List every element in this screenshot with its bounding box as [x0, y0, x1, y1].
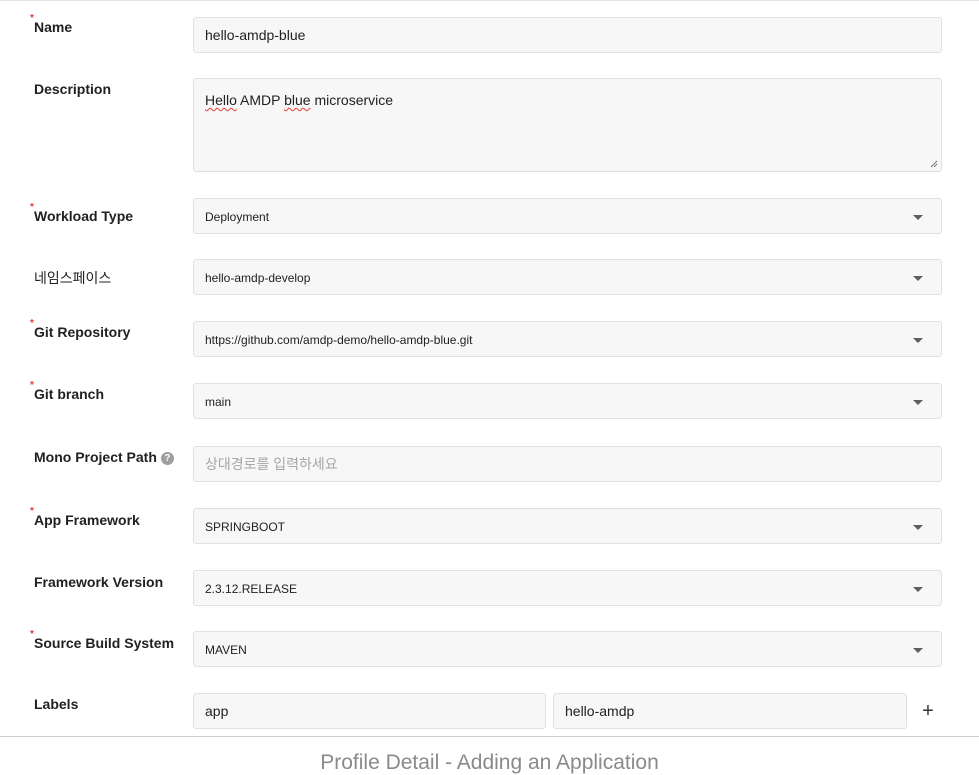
namespace-label: 네임스페이스: [34, 270, 112, 286]
source-build-system-label: * Source Build System: [30, 629, 175, 652]
label-key-input[interactable]: [194, 694, 545, 728]
framework-version-label: Framework Version: [34, 574, 164, 590]
figure-caption: Profile Detail - Adding an Application: [320, 751, 659, 774]
source-build-system-select[interactable]: MAVEN: [193, 631, 942, 667]
framework-version-select[interactable]: 2.3.12.RELEASE: [193, 570, 942, 606]
git-branch-select[interactable]: main: [193, 383, 942, 419]
mono-project-path-input[interactable]: [194, 447, 941, 481]
required-marker: *: [30, 202, 34, 213]
help-icon[interactable]: ?: [160, 452, 174, 465]
chevron-down-icon: [913, 400, 923, 405]
label-value-field-container: [553, 693, 907, 729]
git-repository-select[interactable]: https://github.com/amdp-demo/hello-amdp-…: [193, 321, 942, 357]
description-label: Description: [34, 81, 112, 97]
chevron-down-icon: [913, 648, 923, 653]
name-label: * Name: [30, 13, 73, 36]
description-field-container[interactable]: Hello AMDP blue microservice: [193, 78, 942, 172]
app-framework-select[interactable]: SPRINGBOOT: [193, 508, 942, 544]
required-marker: *: [30, 629, 34, 640]
labels-label: Labels: [34, 696, 79, 712]
chevron-down-icon: [913, 525, 923, 530]
git-repository-value: https://github.com/amdp-demo/hello-amdp-…: [205, 333, 473, 347]
chevron-down-icon: [913, 587, 923, 592]
mono-project-path-field-container: [193, 446, 942, 482]
label-value-input[interactable]: [554, 694, 906, 728]
chevron-down-icon: [913, 338, 923, 343]
required-marker: *: [30, 380, 34, 391]
name-field-container: [193, 17, 942, 53]
git-branch-value: main: [205, 395, 232, 409]
required-marker: *: [30, 13, 34, 24]
git-branch-label: * Git branch: [30, 380, 105, 403]
chevron-down-icon: [913, 276, 923, 281]
add-label-button[interactable]: +: [918, 701, 938, 721]
required-marker: *: [30, 506, 34, 517]
name-input[interactable]: [194, 18, 941, 52]
application-form: * Name Description Hello AMDP blue micro…: [0, 0, 979, 737]
workload-type-value: Deployment: [205, 210, 270, 224]
label-key-field-container: [193, 693, 546, 729]
app-framework-label: * App Framework: [30, 506, 140, 529]
app-framework-value: SPRINGBOOT: [205, 520, 286, 534]
required-marker: *: [30, 318, 34, 329]
resize-handle-icon[interactable]: [930, 160, 938, 168]
framework-version-value: 2.3.12.RELEASE: [205, 582, 298, 596]
git-repository-label: * Git Repository: [30, 318, 131, 341]
mono-project-path-label: Mono Project Path?: [34, 448, 174, 466]
source-build-system-value: MAVEN: [205, 643, 247, 657]
namespace-value: hello-amdp-develop: [205, 271, 311, 285]
workload-type-select[interactable]: Deployment: [193, 198, 942, 234]
workload-type-label: * Workload Type: [30, 202, 134, 225]
chevron-down-icon: [913, 215, 923, 220]
description-text: Hello AMDP blue microservice: [205, 92, 394, 108]
namespace-select[interactable]: hello-amdp-develop: [193, 259, 942, 295]
